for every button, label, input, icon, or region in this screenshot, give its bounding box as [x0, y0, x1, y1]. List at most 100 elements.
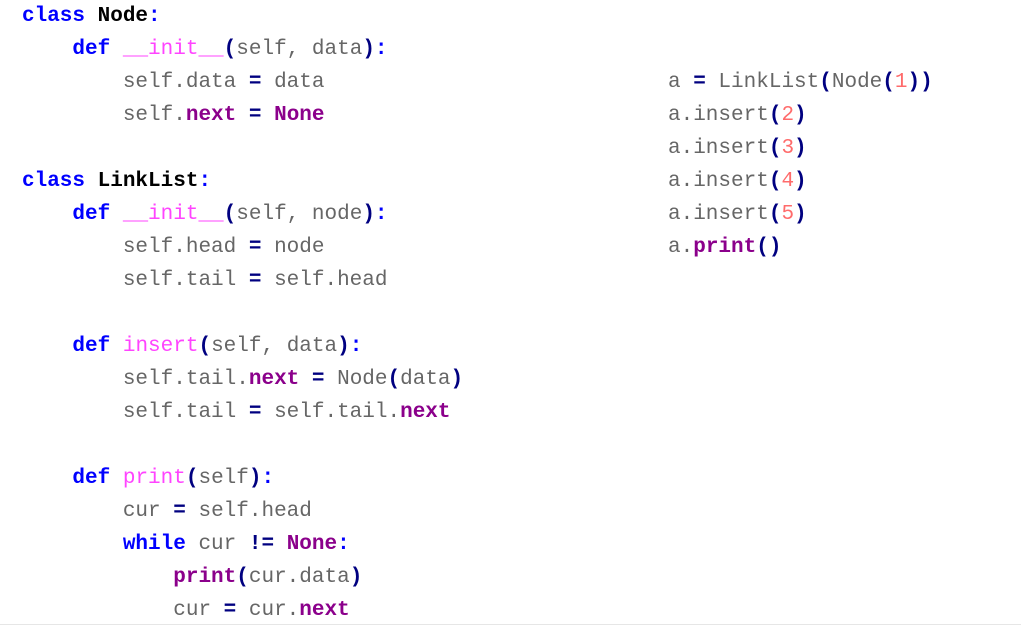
code-line: self.head = node	[22, 231, 463, 264]
code-token-punct: )	[768, 236, 782, 259]
code-token-plain: Node	[831, 71, 883, 94]
code-token-keyword: while	[122, 533, 186, 556]
code-token-punct: (	[768, 170, 782, 193]
code-token-plain: self, node	[236, 203, 363, 226]
code-token-punct: (	[236, 566, 249, 589]
code-token-plain: node	[261, 236, 325, 259]
code-token-punct: (	[223, 38, 237, 61]
code-token-punct: )	[248, 467, 262, 490]
code-token-funcname: insert	[122, 335, 199, 358]
code-token-classname: Node	[97, 5, 149, 28]
code-token-punct: (	[185, 467, 199, 490]
code-token-operator: =	[248, 71, 262, 94]
code-token-plain: self	[198, 467, 249, 490]
code-token-number: 3	[781, 137, 795, 160]
code-token-punct: (	[387, 368, 401, 391]
code-token-plain: self.	[122, 104, 186, 127]
code-token-funcname: __init__	[122, 38, 224, 61]
code-token-plain: a.insert	[668, 104, 769, 127]
code-token-attr: next	[185, 104, 237, 127]
code-token-plain: a.insert	[668, 137, 769, 160]
code-token-plain: cur	[185, 533, 249, 556]
code-token-classname: LinkList	[97, 170, 199, 193]
code-line: self.tail = self.head	[22, 264, 463, 297]
code-line: a.insert(3)	[668, 132, 933, 165]
code-token-punct: )	[794, 104, 807, 127]
code-token-attr: next	[248, 368, 300, 391]
code-line: def insert(self, data):	[22, 330, 463, 363]
code-token-funcname: __init__	[122, 203, 224, 226]
code-token-keyword: def	[72, 203, 111, 226]
code-line: self.tail = self.tail.next	[22, 396, 463, 429]
code-token-colon: :	[374, 38, 388, 61]
code-token-builtin: print	[173, 566, 237, 589]
code-token-operator: !=	[248, 533, 275, 556]
code-token-keyword: def	[72, 335, 111, 358]
code-block-usage-example: a = LinkList(Node(1)) a.insert(2) a.insert…	[668, 66, 933, 264]
code-token-punct: (	[768, 203, 782, 226]
code-token-punct: (	[756, 236, 769, 259]
code-token-plain: self.data	[122, 71, 249, 94]
code-token-number: 5	[781, 203, 795, 226]
code-token-plain: cur.data	[248, 566, 350, 589]
code-line: cur = cur.next	[22, 594, 463, 627]
code-line: class Node:	[22, 0, 463, 33]
code-token-plain: self.tail	[122, 269, 249, 292]
code-line: def print(self):	[22, 462, 463, 495]
code-token-colon: :	[349, 335, 363, 358]
code-token-punct: )	[337, 335, 350, 358]
code-token-punct: )	[920, 71, 933, 94]
code-token-plain: self.head	[122, 236, 249, 259]
code-token-plain: self.tail	[122, 401, 249, 424]
code-token-operator: =	[248, 104, 262, 127]
code-line: self.next = None	[22, 99, 463, 132]
code-token-builtin: None	[274, 104, 325, 127]
code-token-plain: self.head	[261, 269, 388, 292]
code-line: a = LinkList(Node(1))	[668, 66, 933, 99]
code-line: class LinkList:	[22, 165, 463, 198]
code-line: a.insert(5)	[668, 198, 933, 231]
code-token-number: 4	[781, 170, 795, 193]
code-token-attr: next	[299, 599, 350, 622]
code-token-punct: (	[198, 335, 212, 358]
code-token-punct: (	[768, 137, 782, 160]
code-token-plain: data	[261, 71, 325, 94]
code-line: print(cur.data)	[22, 561, 463, 594]
code-token-plain: cur	[173, 599, 224, 622]
code-token-punct: (	[768, 104, 782, 127]
code-token-punct: )	[349, 566, 363, 589]
code-token-builtin: None	[286, 533, 338, 556]
code-token-funcname: print	[122, 467, 186, 490]
code-token-keyword: class	[22, 170, 86, 193]
code-token-operator: =	[223, 599, 237, 622]
code-line: def __init__(self, data):	[22, 33, 463, 66]
code-token-number: 2	[781, 104, 795, 127]
code-token-punct: (	[223, 203, 237, 226]
code-token-plain: data	[400, 368, 451, 391]
code-token-keyword: def	[72, 38, 111, 61]
code-token-operator: =	[173, 500, 186, 523]
code-token-plain: a	[668, 71, 694, 94]
code-token-punct: (	[819, 71, 832, 94]
code-token-operator: =	[248, 269, 262, 292]
code-token-plain: cur	[122, 500, 174, 523]
code-line: a.insert(4)	[668, 165, 933, 198]
code-token-plain: a.insert	[668, 203, 769, 226]
